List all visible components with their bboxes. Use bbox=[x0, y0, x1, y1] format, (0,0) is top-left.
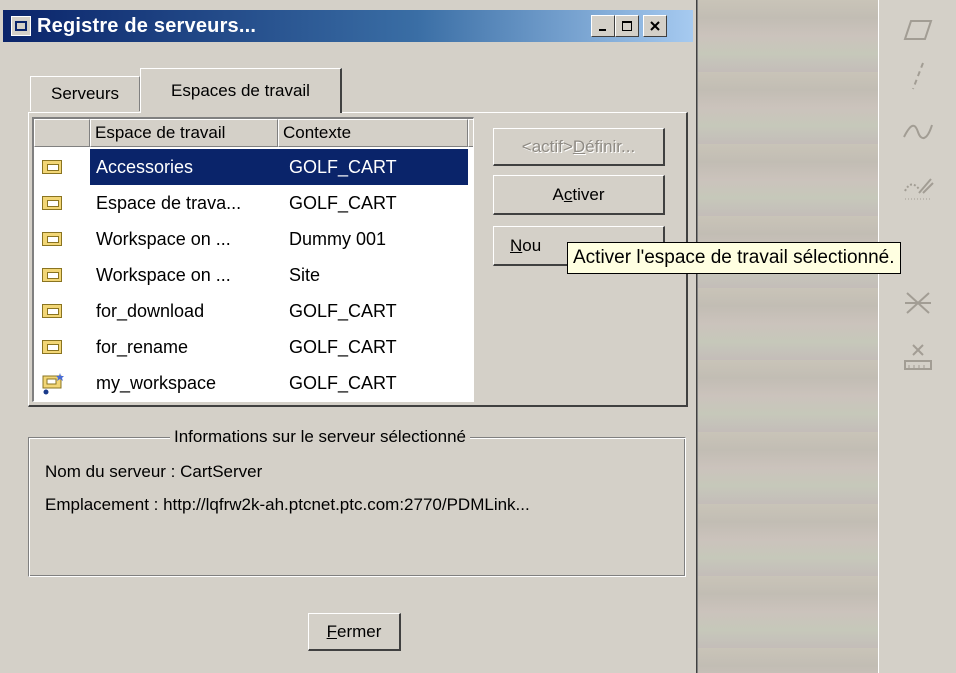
workspace-name: for_download bbox=[96, 300, 205, 321]
close-mnemonic: F bbox=[326, 621, 337, 641]
active-workspace-icon bbox=[42, 373, 64, 395]
maximize-button[interactable] bbox=[615, 15, 639, 37]
title-bar[interactable]: Registre de serveurs... bbox=[3, 10, 693, 42]
column-header-icon[interactable] bbox=[34, 119, 90, 147]
workspace-context: GOLF_CART bbox=[288, 192, 397, 213]
window-title: Registre de serveurs... bbox=[37, 14, 257, 37]
workspace-context: Dummy 001 bbox=[288, 228, 386, 249]
activate-mnemonic: c bbox=[563, 184, 573, 204]
define-mnemonic: D bbox=[572, 136, 586, 156]
new-rest: ou bbox=[522, 235, 542, 255]
workspace-folder-icon bbox=[42, 340, 62, 354]
window-icon[interactable] bbox=[11, 16, 31, 36]
list-item[interactable]: for_download GOLF_CART bbox=[34, 293, 473, 329]
workspace-folder-icon bbox=[42, 196, 62, 210]
activate-rest: tiver bbox=[572, 184, 605, 204]
workspace-name: Workspace on ... bbox=[96, 264, 231, 285]
define-rest: éfinir... bbox=[585, 136, 636, 156]
list-item[interactable]: Workspace on ... Site bbox=[34, 257, 473, 293]
list-item[interactable]: Workspace on ... Dummy 001 bbox=[34, 221, 473, 257]
workspace-folder-icon bbox=[42, 232, 62, 246]
list-item[interactable]: Espace de trava... GOLF_CART bbox=[34, 185, 473, 221]
list-item[interactable]: Accessories GOLF_CART bbox=[34, 149, 473, 185]
workspace-folder-icon bbox=[42, 304, 62, 318]
tab-workspaces[interactable]: Espaces de travail bbox=[140, 68, 342, 113]
define-prefix: <actif> bbox=[521, 136, 573, 156]
list-header: Espace de travail Contexte bbox=[34, 119, 473, 147]
workspace-folder-icon bbox=[42, 268, 62, 282]
workspace-name: my_workspace bbox=[96, 372, 217, 393]
list-item[interactable]: my_workspace GOLF_CART bbox=[34, 365, 473, 401]
workspace-name: Accessories bbox=[96, 156, 194, 177]
close-button[interactable]: Fermer bbox=[308, 613, 401, 651]
workspace-context: Site bbox=[288, 264, 320, 285]
sketch-toolbar bbox=[878, 0, 956, 673]
workspace-name: Espace de trava... bbox=[96, 192, 242, 213]
workspace-name: for_rename bbox=[96, 336, 189, 357]
close-icon bbox=[650, 21, 660, 31]
curve-icon[interactable] bbox=[879, 112, 956, 152]
server-info-legend: Informations sur le serveur sélectionné bbox=[170, 427, 470, 447]
tab-servers[interactable]: Serveurs bbox=[30, 76, 140, 111]
hatch-icon[interactable] bbox=[879, 168, 956, 208]
close-rest: ermer bbox=[336, 621, 382, 641]
new-mnemonic: N bbox=[510, 235, 523, 255]
server-name-text: Nom du serveur : CartServer bbox=[45, 462, 263, 481]
define-active-button[interactable]: <actif> Définir... bbox=[493, 128, 665, 166]
dashed-line-icon[interactable] bbox=[879, 56, 956, 96]
workspace-context: GOLF_CART bbox=[288, 156, 397, 177]
activate-tooltip: Activer l'espace de travail sélectionné. bbox=[567, 242, 901, 274]
dimension-icon[interactable] bbox=[879, 336, 956, 376]
workspace-folder-icon bbox=[42, 160, 62, 174]
maximize-icon bbox=[622, 21, 632, 31]
column-header-context[interactable]: Contexte bbox=[278, 119, 468, 147]
column-header-filler bbox=[468, 119, 473, 147]
workspace-context: GOLF_CART bbox=[288, 300, 397, 321]
background-model-tree bbox=[698, 0, 878, 673]
asterisk-icon[interactable] bbox=[879, 282, 956, 322]
list-item[interactable]: for_rename GOLF_CART bbox=[34, 329, 473, 365]
workspace-context: GOLF_CART bbox=[288, 372, 397, 393]
close-window-button[interactable] bbox=[643, 15, 667, 37]
parallelogram-icon[interactable] bbox=[879, 10, 956, 50]
activate-button[interactable]: Ac tiver bbox=[493, 175, 665, 215]
workspace-context: GOLF_CART bbox=[288, 336, 397, 357]
minimize-button[interactable] bbox=[591, 15, 615, 37]
server-registry-dialog: Registre de serveurs... Serveurs Espaces… bbox=[0, 0, 697, 673]
activate-pre: A bbox=[552, 184, 564, 204]
minimize-icon bbox=[599, 29, 606, 31]
workspace-name: Workspace on ... bbox=[96, 228, 231, 249]
column-header-workspace[interactable]: Espace de travail bbox=[90, 119, 278, 147]
server-location-text: Emplacement : http://lqfrw2k-ah.ptcnet.p… bbox=[45, 495, 530, 514]
workspace-list[interactable]: Espace de travail Contexte Accessories GO… bbox=[32, 117, 474, 402]
